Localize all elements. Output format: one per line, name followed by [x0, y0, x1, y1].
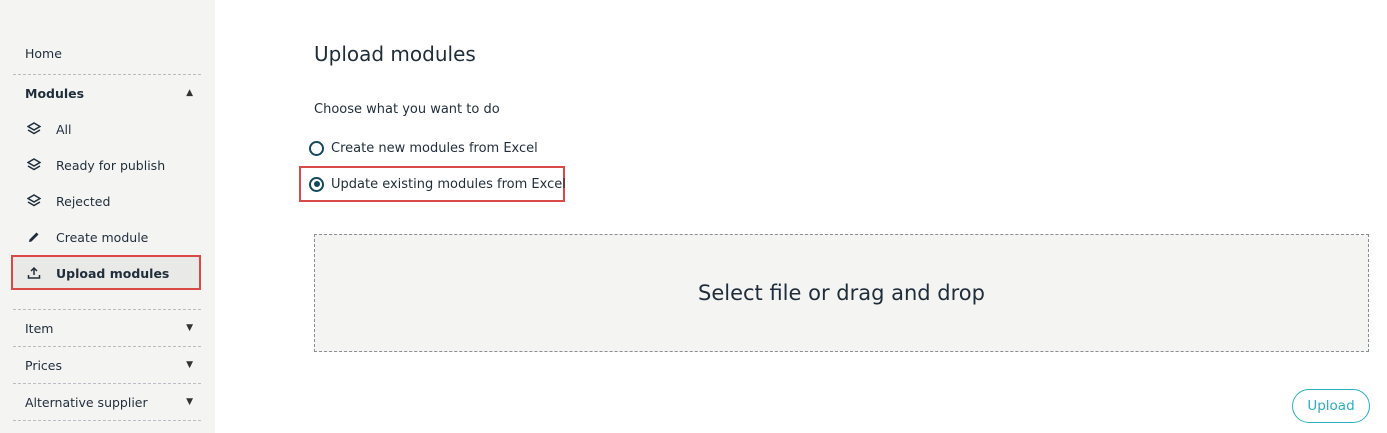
sidebar-divider: [13, 74, 201, 75]
sidebar-item-label: Upload modules: [56, 265, 170, 281]
sidebar-item-label: Rejected: [56, 193, 111, 209]
layers-icon: [26, 157, 42, 173]
radio-button[interactable]: [309, 140, 324, 156]
sidebar-item-label: All: [56, 121, 72, 137]
dropzone-text: Select file or drag and drop: [698, 281, 985, 305]
sidebar-group-label: Item: [25, 320, 54, 336]
sidebar-group-label: Alternative supplier: [25, 394, 148, 410]
sidebar-divider: [13, 346, 201, 347]
radio-option-label: Update existing modules from Excel: [331, 176, 566, 192]
sidebar-item-all[interactable]: All: [13, 120, 201, 138]
sidebar-divider: [13, 309, 201, 310]
sidebar-group-label: Modules: [25, 85, 85, 101]
sidebar-group-modules[interactable]: Modules ▲: [13, 84, 201, 102]
layers-icon: [26, 193, 42, 209]
file-dropzone[interactable]: Select file or drag and drop: [314, 234, 1369, 352]
pencil-icon: [26, 229, 42, 245]
sidebar-divider: [13, 420, 201, 421]
sidebar-item-label: Home: [25, 45, 62, 61]
radio-option-create-new[interactable]: Create new modules from Excel: [309, 139, 538, 157]
sidebar-group-prices[interactable]: Prices ▼: [13, 356, 201, 374]
caret-down-icon: ▼: [186, 360, 193, 370]
sidebar-item-ready-for-publish[interactable]: Ready for publish: [13, 156, 201, 174]
sidebar-item-rejected[interactable]: Rejected: [13, 192, 201, 210]
radio-button-checked[interactable]: [309, 176, 324, 192]
page-title: Upload modules: [314, 42, 476, 66]
upload-button[interactable]: Upload: [1292, 389, 1370, 423]
sidebar-item-create-module[interactable]: Create module: [13, 228, 201, 246]
layers-icon: [26, 121, 42, 137]
sidebar-item-home[interactable]: Home: [13, 44, 201, 62]
sidebar-group-item[interactable]: Item ▼: [13, 319, 201, 337]
sidebar-item-upload-modules[interactable]: Upload modules: [13, 264, 201, 282]
radio-option-label: Create new modules from Excel: [331, 140, 538, 156]
radio-option-update-existing[interactable]: Update existing modules from Excel: [309, 175, 566, 193]
upload-icon: [26, 265, 42, 281]
sidebar-item-label: Ready for publish: [56, 157, 166, 173]
sidebar-group-alternative-supplier[interactable]: Alternative supplier ▼: [13, 393, 201, 411]
caret-up-icon: ▲: [186, 88, 193, 98]
choose-label: Choose what you want to do: [314, 102, 500, 117]
caret-down-icon: ▼: [186, 397, 193, 407]
caret-down-icon: ▼: [186, 323, 193, 333]
sidebar-divider: [13, 383, 201, 384]
sidebar-item-label: Create module: [56, 229, 149, 245]
sidebar-group-label: Prices: [25, 357, 63, 373]
sidebar: Home Modules ▲ All Ready for publish Rej…: [0, 0, 215, 433]
